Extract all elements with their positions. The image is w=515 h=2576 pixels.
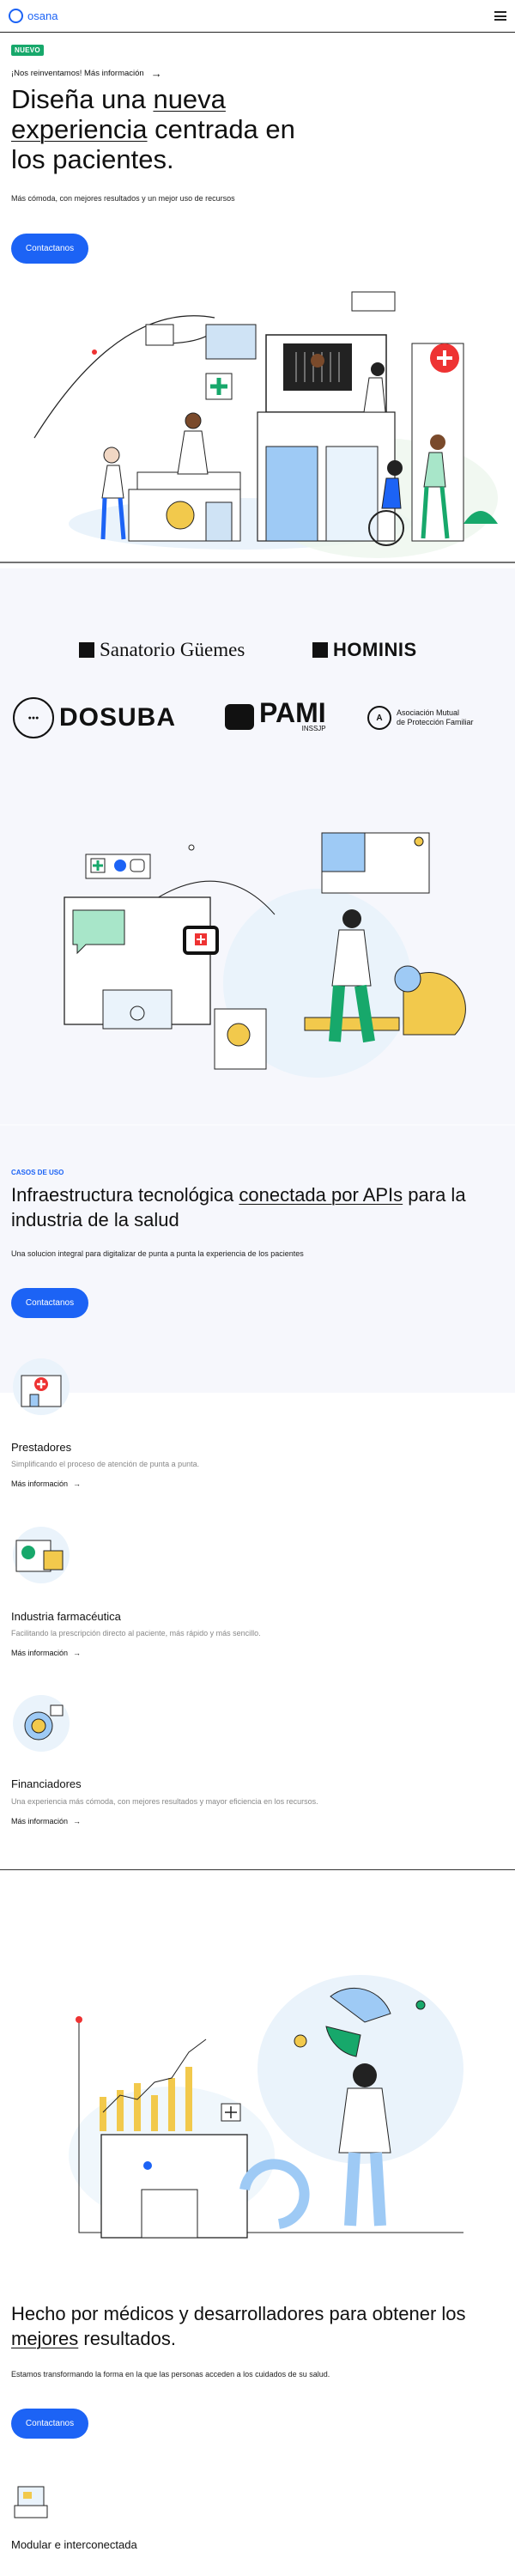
feature-title-pharma: Industria farmacéutica <box>11 1610 121 1623</box>
hospital-icon <box>13 1358 70 1415</box>
pami-logo-icon <box>225 703 254 730</box>
top-nav-bar: osana <box>0 0 515 33</box>
arrow-right-icon: → <box>73 1479 82 1488</box>
feature-link-label: Más información <box>11 1817 69 1826</box>
partner-mutual: A Asociación Mutual de Protección Famili… <box>367 706 474 730</box>
partner-dosuba: ●●● DOSUBA <box>13 697 176 738</box>
hero-title-highlight-nueva: nueva <box>153 84 226 114</box>
analytics-illustration <box>69 1975 464 2239</box>
doctors-title-part1: Hecho por médicos y desarrolladores para… <box>11 2303 466 2324</box>
feature-desc-prestadores: Simplificando el proceso de atención de … <box>11 1460 200 1468</box>
mutual-logo-icon: A <box>367 706 391 730</box>
modular-title: Modular e interconectada <box>11 2538 137 2551</box>
hero-title-part1: Diseña una <box>11 84 154 114</box>
feature-desc-pharma: Facilitando la prescripción directo al p… <box>11 1629 261 1637</box>
doctors-title-highlight: mejores <box>11 2328 79 2349</box>
partner-pami: PAMI INSSJP <box>225 697 326 732</box>
api-contact-button[interactable]: Contactanos <box>11 1288 88 1318</box>
logo-ring-icon <box>9 9 23 23</box>
api-section-subtitle: Una solucion integral para digitalizar d… <box>11 1249 304 1258</box>
feature-link-prestadores[interactable]: Más información → <box>11 1479 81 1488</box>
doctors-section-title: Hecho por médicos y desarrolladores para… <box>11 2301 492 2351</box>
arrow-right-icon: → <box>150 67 162 80</box>
section-divider <box>0 1869 515 1870</box>
partner-name-hominis: HOMINIS <box>333 639 417 660</box>
partner-mutual-line2: de Protección Familiar <box>397 718 474 726</box>
modules-icon <box>14 2486 48 2518</box>
partner-mutual-line1: Asociación Mutual <box>397 708 460 717</box>
doctors-section-subtitle: Estamos transformando la forma en la que… <box>11 2370 330 2379</box>
sanatorio-logo-icon <box>79 642 94 658</box>
feature-desc-financiadores: Una experiencia más cómoda, con mejores … <box>11 1797 318 1806</box>
partner-name-sanatorio: Sanatorio Güemes <box>100 639 245 660</box>
hero-subtitle: Más cómoda, con mejores resultados y un … <box>11 194 235 203</box>
doctors-contact-button[interactable]: Contactanos <box>11 2409 88 2439</box>
hominis-logo-icon <box>312 642 328 658</box>
partner-name-pami: PAMI <box>259 697 326 728</box>
feature-title-prestadores: Prestadores <box>11 1441 72 1454</box>
hamburger-menu-icon[interactable] <box>494 11 506 21</box>
api-title-highlight: conectada por APIs <box>239 1184 403 1206</box>
partner-hominis: HOMINIS <box>312 639 417 661</box>
clinic-illustration <box>0 291 515 563</box>
partner-name-dosuba: DOSUBA <box>59 703 177 732</box>
announcement-text: ¡Nos reinventamos! Más información <box>11 69 144 78</box>
new-badge: NUEVO <box>11 45 44 56</box>
feature-link-label: Más información <box>11 1479 69 1488</box>
use-cases-eyebrow: CASOS DE USO <box>11 1169 64 1176</box>
api-title-part1: Infraestructura tecnológica <box>11 1184 239 1206</box>
feature-title-financiadores: Financiadores <box>11 1777 82 1790</box>
hero-title-highlight-experiencia: experiencia <box>11 114 148 144</box>
hero-contact-button[interactable]: Contactanos <box>11 234 88 264</box>
arrow-right-icon: → <box>73 1649 82 1657</box>
announcement-link[interactable]: ¡Nos reinventamos! Más información → <box>11 67 162 80</box>
feature-link-pharma[interactable]: Más información → <box>11 1649 81 1657</box>
hero-title: Diseña una nueva experiencia centrada en… <box>11 84 329 174</box>
api-section-title: Infraestructura tecnológica conectada po… <box>11 1182 492 1232</box>
logo-text: osana <box>27 9 58 22</box>
api-integration-illustration <box>0 832 515 1126</box>
dosuba-seal-icon: ●●● <box>13 697 54 738</box>
partner-sanatorio-guemes: Sanatorio Güemes <box>79 639 245 661</box>
feature-link-financiadores[interactable]: Más información → <box>11 1817 81 1826</box>
arrow-right-icon: → <box>73 1817 82 1826</box>
feature-link-label: Más información <box>11 1649 69 1657</box>
coin-icon <box>13 1695 70 1752</box>
pharmacy-icon <box>13 1527 70 1583</box>
osana-logo[interactable]: osana <box>9 9 58 23</box>
doctors-title-part2: resultados. <box>78 2328 176 2349</box>
